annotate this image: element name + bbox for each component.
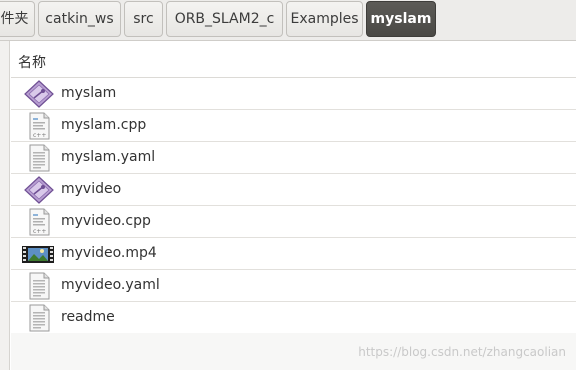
column-header-name[interactable]: 名称 xyxy=(11,44,576,78)
breadcrumb-orb-slam2[interactable]: ORB_SLAM2_c xyxy=(166,1,283,37)
file-name: myvideo.yaml xyxy=(61,277,160,293)
file-row[interactable]: myslam xyxy=(11,78,576,110)
executable-icon xyxy=(24,80,54,108)
cpp-file-icon: c++ xyxy=(24,112,54,140)
breadcrumb-examples[interactable]: Examples xyxy=(286,1,363,37)
svg-text:c++: c++ xyxy=(33,228,46,235)
file-name: myslam.yaml xyxy=(61,149,156,165)
file-row[interactable]: myvideo xyxy=(11,174,576,206)
file-name: myvideo.mp4 xyxy=(61,245,157,261)
breadcrumb-catkin-ws[interactable]: catkin_ws xyxy=(38,1,121,37)
executable-icon xyxy=(24,176,54,204)
file-row[interactable]: myvideo.yaml xyxy=(11,270,576,302)
file-row[interactable]: readme xyxy=(11,302,576,334)
file-row[interactable]: myvideo.mp4 xyxy=(11,238,576,270)
file-name: myvideo xyxy=(61,181,122,197)
watermark: https://blog.csdn.net/zhangcaolian xyxy=(358,345,566,359)
breadcrumb-folder[interactable]: 件夹 xyxy=(0,1,35,37)
cpp-file-icon: c++ xyxy=(24,208,54,236)
file-row[interactable]: c++ myvideo.cpp xyxy=(11,206,576,238)
column-header-label: 名称 xyxy=(18,55,46,71)
file-name: readme xyxy=(61,309,115,325)
svg-text:c++: c++ xyxy=(33,132,46,139)
file-row[interactable]: myslam.yaml xyxy=(11,142,576,174)
breadcrumb-myslam[interactable]: myslam xyxy=(366,1,436,37)
sidebar-edge xyxy=(0,41,10,370)
file-row[interactable]: c++ myslam.cpp xyxy=(11,110,576,142)
path-bar: 件夹 catkin_ws src ORB_SLAM2_c Examples my… xyxy=(0,0,576,41)
file-name: myslam xyxy=(61,85,117,101)
text-file-icon xyxy=(24,144,54,172)
file-name: myslam.cpp xyxy=(61,117,147,133)
text-file-icon xyxy=(24,304,54,332)
file-name: myvideo.cpp xyxy=(61,213,151,229)
video-file-icon xyxy=(22,240,54,268)
breadcrumb-src[interactable]: src xyxy=(124,1,163,37)
text-file-icon xyxy=(24,272,54,300)
